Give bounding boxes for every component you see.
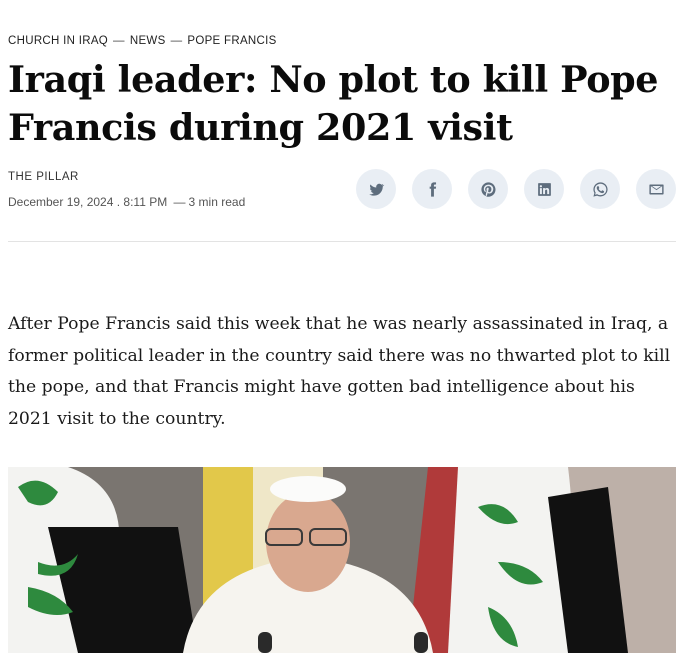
- share-linkedin-button[interactable]: [524, 169, 564, 209]
- whatsapp-icon: [592, 181, 608, 197]
- share-pinterest-button[interactable]: [468, 169, 508, 209]
- header-divider: [8, 241, 676, 242]
- pinterest-icon: [480, 181, 496, 197]
- breadcrumb-link-church-in-iraq[interactable]: CHURCH IN IRAQ: [8, 35, 108, 47]
- facebook-icon: [429, 181, 436, 197]
- linkedin-icon: [537, 182, 551, 196]
- meta-separator: —: [170, 195, 186, 209]
- breadcrumb-separator: —: [170, 35, 183, 47]
- share-facebook-button[interactable]: [412, 169, 452, 209]
- article-title: Iraqi leader: No plot to kill Pope Franc…: [8, 58, 659, 149]
- share-whatsapp-button[interactable]: [580, 169, 620, 209]
- breadcrumb-separator: —: [113, 35, 125, 47]
- breadcrumb-link-pope-francis[interactable]: POPE FRANCIS: [187, 35, 276, 47]
- email-icon: [648, 184, 664, 194]
- share-twitter-button[interactable]: [356, 169, 396, 209]
- share-email-button[interactable]: [636, 169, 676, 209]
- publication-name[interactable]: THE PILLAR: [8, 171, 79, 183]
- breadcrumb: CHURCH IN IRAQ — NEWS — POPE FRANCIS: [8, 35, 277, 47]
- breadcrumb-link-news[interactable]: NEWS: [130, 35, 166, 47]
- photo-illustration: [8, 467, 676, 653]
- article-meta: December 19, 2024 . 8:11 PM —3 min read: [8, 195, 245, 209]
- publish-date: December 19, 2024 . 8:11 PM: [8, 195, 168, 209]
- twitter-icon: [368, 183, 384, 196]
- read-time: 3 min read: [188, 195, 246, 209]
- article-lede: After Pope Francis said this week that h…: [8, 314, 671, 429]
- article-photo-pope-francis: [8, 467, 676, 653]
- share-buttons: [356, 169, 676, 209]
